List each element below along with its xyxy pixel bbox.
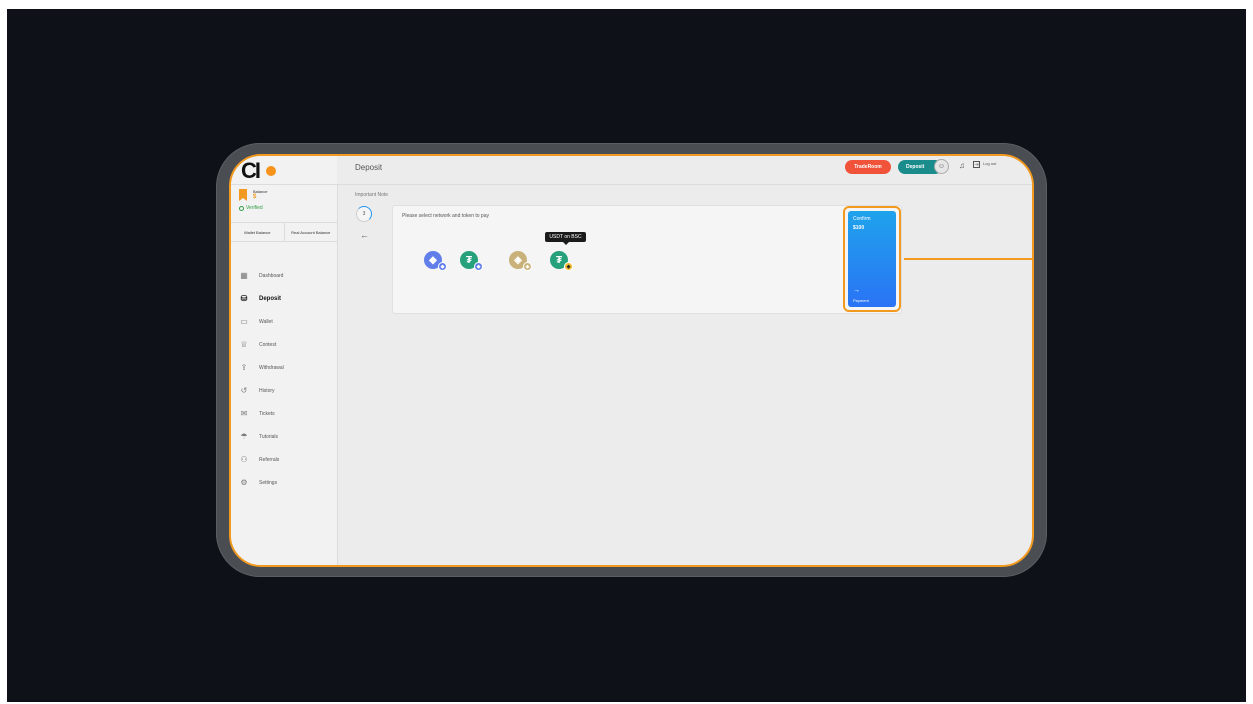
callout-line — [904, 258, 1032, 260]
balance-tabs: Wallet Balance Real Account Balance — [231, 222, 337, 242]
step-indicator: 3 — [356, 206, 372, 222]
referrals-icon: ⚇ — [240, 455, 248, 464]
sidebar-item-settings[interactable]: ⚙ Settings — [231, 471, 337, 494]
sidebar-item-tickets[interactable]: ✉ Tickets — [231, 402, 337, 425]
sidebar-item-label: Settings — [259, 479, 278, 486]
verified-status: Verified — [239, 205, 263, 211]
sidebar-item-deposit[interactable]: ⛁ Deposit — [231, 287, 337, 310]
confirm-highlight: Confirm $100 → Payment — [843, 206, 901, 312]
traderoom-button[interactable]: TradeRoom — [845, 160, 891, 174]
bsc-network-badge-icon: ◈ — [523, 262, 532, 271]
token-tooltip: USDT on BSC — [545, 232, 586, 245]
token-selection-card: Please select network and token to pay ◆… — [392, 205, 902, 314]
check-circle-icon — [239, 205, 244, 211]
real-account-balance-tab[interactable]: Real Account Balance — [285, 223, 338, 241]
app-screen: CI Balance $ Verified Wallet Balance Rea… — [229, 154, 1034, 567]
sidebar-item-label: Deposit — [259, 295, 282, 302]
ethereum-network-badge-icon: ◆ — [474, 262, 483, 271]
divider — [231, 184, 337, 185]
avatar[interactable]: ☺ — [934, 159, 949, 174]
sidebar: CI Balance $ Verified Wallet Balance Rea… — [231, 156, 338, 565]
usdt-on-bsc-token[interactable]: ₮ ◈ — [550, 251, 573, 271]
instruction-text: Please select network and token to pay — [402, 213, 489, 219]
balance-bookmark-icon — [239, 189, 247, 201]
ethereum-network-badge-icon: ◆ — [438, 262, 447, 271]
sidebar-item-withdrawal[interactable]: ⇪ Withdrawal — [231, 356, 337, 379]
withdrawal-icon: ⇪ — [240, 363, 248, 372]
arrow-right-icon: → — [853, 287, 860, 294]
tickets-icon: ✉ — [240, 409, 248, 418]
sidebar-item-contest[interactable]: ♕ Contest — [231, 333, 337, 356]
confirm-amount: $100 — [853, 225, 865, 231]
usdt-on-eth-token[interactable]: ₮ ◆ — [460, 251, 483, 271]
bsc-network-badge-icon: ◈ — [564, 262, 573, 271]
payment-label: Payment — [853, 298, 869, 303]
wallet-icon: ▭ — [240, 317, 248, 326]
tutorials-icon: ☂ — [240, 432, 248, 441]
sidebar-item-label: Dashboard — [259, 272, 284, 279]
logo-dot — [266, 166, 276, 176]
confirm-title: Confirm — [853, 216, 871, 222]
sidebar-item-dashboard[interactable]: ▦ Dashboard — [231, 264, 337, 287]
sidebar-item-label: Tickets — [259, 410, 275, 417]
sidebar-item-tutorials[interactable]: ☂ Tutorials — [231, 425, 337, 448]
eth-on-eth-token[interactable]: ◆ ◆ — [424, 251, 447, 271]
sidebar-item-label: History — [259, 387, 275, 394]
bnb-on-bsc-token[interactable]: ◈ ◈ — [509, 251, 532, 271]
sidebar-item-label: Referrals — [259, 456, 280, 463]
sidebar-nav: ▦ Dashboard ⛁ Deposit ▭ Wallet ♕ Contest… — [231, 264, 337, 494]
history-icon: ↺ — [240, 386, 248, 395]
sidebar-item-label: Tutorials — [259, 433, 278, 440]
settings-icon: ⚙ — [240, 478, 248, 487]
sidebar-item-label: Contest — [259, 341, 277, 348]
sidebar-item-wallet[interactable]: ▭ Wallet — [231, 310, 337, 333]
confirm-payment-card[interactable]: Confirm $100 → Payment — [848, 211, 896, 307]
logout-link[interactable]: Log out — [983, 161, 996, 166]
deposit-icon: ⛁ — [240, 294, 248, 303]
logout-icon[interactable]: ⇥ — [973, 161, 980, 168]
logo-text: CI — [241, 158, 261, 183]
verified-label: Verified — [246, 205, 263, 211]
trophy-icon: ♕ — [240, 340, 248, 349]
back-arrow-icon[interactable]: ← — [360, 230, 369, 240]
important-note: Important Note — [355, 192, 389, 198]
dashboard-icon: ▦ — [240, 271, 248, 280]
sidebar-item-referrals[interactable]: ⚇ Referrals — [231, 448, 337, 471]
bell-icon[interactable]: ♫ — [959, 161, 965, 170]
balance-amount: $ — [253, 194, 257, 200]
sidebar-item-history[interactable]: ↺ History — [231, 379, 337, 402]
app-logo[interactable]: CI — [241, 158, 281, 183]
sidebar-item-label: Wallet — [259, 318, 273, 325]
wallet-balance-tab[interactable]: Wallet Balance — [231, 223, 285, 241]
page-title: Deposit — [355, 163, 383, 172]
top-bar: Deposit TradeRoom Deposit ☺ ♫ ⇥ Log out — [337, 156, 1032, 185]
sidebar-item-label: Withdrawal — [259, 364, 284, 371]
